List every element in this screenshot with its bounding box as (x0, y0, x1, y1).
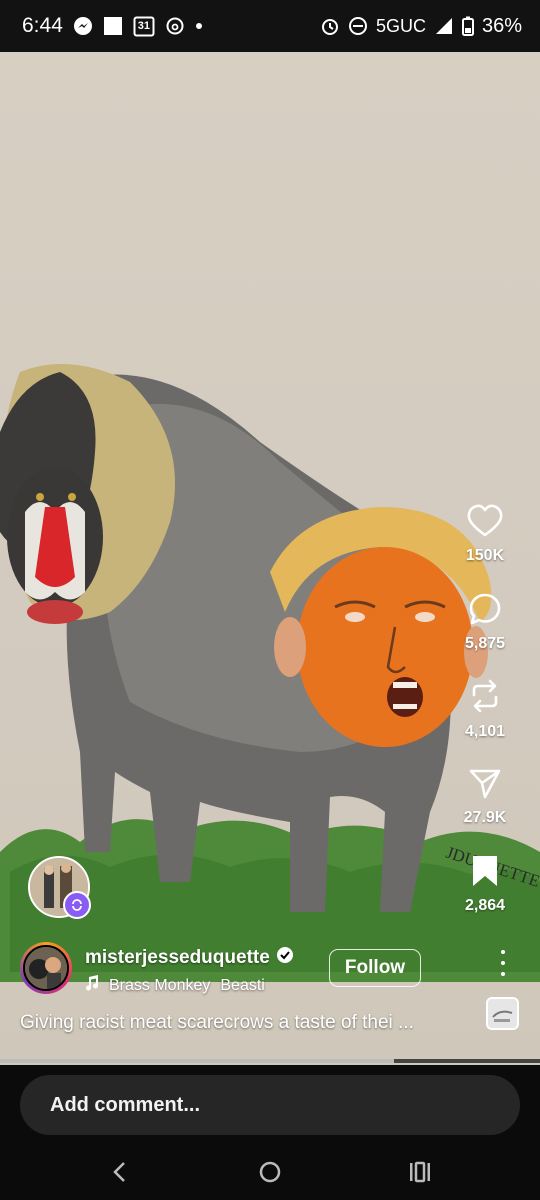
home-icon[interactable] (250, 1157, 290, 1187)
dnd-icon (348, 16, 368, 36)
action-rail: 150K 5,875 4,101 27.9K 2,864 (430, 52, 540, 1065)
dot-indicator-icon (195, 22, 203, 30)
song-title: Brass Monkey (109, 976, 211, 994)
battery-level: 36% (481, 14, 522, 37)
add-comment-input[interactable]: Add comment... (20, 1075, 520, 1135)
audio-thumbnail[interactable] (486, 997, 519, 1030)
battery-icon (461, 16, 474, 36)
repost-icon[interactable] (468, 678, 502, 719)
music-note-icon (85, 975, 99, 996)
system-nav-bar (0, 1145, 540, 1200)
like-count: 150K (465, 547, 505, 564)
progress-fill (0, 1059, 395, 1063)
author-avatar[interactable] (20, 942, 72, 994)
notification-square-icon (103, 16, 123, 36)
repost-action[interactable]: 4,101 (430, 678, 540, 741)
save-count: 2,864 (464, 897, 506, 914)
back-icon[interactable] (100, 1157, 140, 1187)
save-action[interactable]: 2,864 (430, 854, 540, 915)
author-row: misterjesseduquette Brass Monkey Beasti … (20, 942, 520, 998)
signal-icon (434, 16, 454, 36)
share-count: 27.9K (463, 809, 507, 826)
network-label: 5GUC (375, 15, 426, 36)
bookmark-icon[interactable] (470, 854, 500, 893)
audio-info[interactable]: Brass Monkey Beasti (85, 975, 265, 996)
repost-count: 4,101 (464, 723, 506, 740)
remix-icon (63, 891, 91, 919)
more-options-icon[interactable] (494, 946, 512, 980)
share-action[interactable]: 27.9K (430, 766, 540, 827)
comment-count: 5,875 (464, 635, 506, 652)
alarm-icon (320, 16, 340, 36)
comment-action[interactable]: 5,875 (430, 592, 540, 653)
status-time: 6:44 (22, 14, 63, 37)
verified-icon (276, 946, 294, 970)
playback-progress[interactable] (0, 1059, 540, 1063)
calendar-icon: 31 (133, 15, 155, 37)
author-username[interactable]: misterjesseduquette (85, 947, 270, 969)
comment-area: Add comment... (0, 1065, 540, 1145)
recents-icon[interactable] (400, 1157, 440, 1187)
post-caption[interactable]: Giving racist meat scarecrows a taste of… (20, 1012, 414, 1034)
follow-button[interactable]: Follow (329, 949, 421, 987)
calendar-day: 31 (137, 20, 150, 32)
author-username-row[interactable]: misterjesseduquette (85, 946, 294, 970)
like-action[interactable]: 150K (430, 504, 540, 565)
share-icon[interactable] (468, 766, 502, 805)
song-artist: Beasti (220, 976, 265, 994)
heart-icon[interactable] (467, 504, 503, 543)
comment-icon[interactable] (468, 592, 502, 631)
messenger-icon (73, 16, 93, 36)
threads-icon (165, 16, 185, 36)
status-bar: 6:44 31 5GUC 36% (0, 0, 540, 52)
